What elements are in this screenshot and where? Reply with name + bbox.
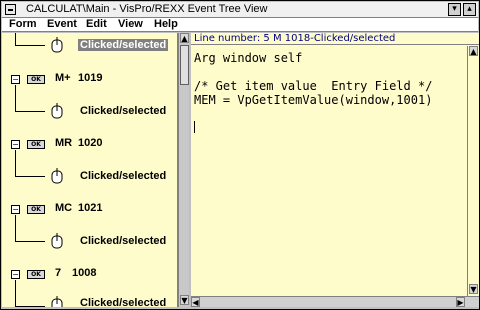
- tree-line: [15, 215, 16, 241]
- tree-line: [15, 176, 45, 177]
- tree-line: [15, 306, 45, 307]
- mouse-icon: [51, 233, 63, 249]
- tree-line: [15, 33, 16, 45]
- tree-event[interactable]: Clicked/selected: [80, 297, 166, 307]
- editor-vertical-scrollbar[interactable]: ▲ ▼: [467, 46, 478, 296]
- window-title: CALCULAT\Main - VisPro/REXX Event Tree V…: [26, 3, 268, 15]
- tree-line: [15, 45, 45, 46]
- mouse-icon: [51, 296, 63, 307]
- scroll-thumb[interactable]: [180, 45, 189, 85]
- pushbutton-icon: OK: [27, 270, 45, 279]
- pushbutton-icon: OK: [27, 75, 45, 84]
- collapse-toggle[interactable]: −: [11, 205, 20, 214]
- menu-bar: Form Event Edit View Help: [2, 18, 478, 32]
- tree-line: [15, 150, 16, 176]
- code-line: MEM = VpGetItemValue(window,1001): [194, 93, 433, 107]
- scroll-up-icon[interactable]: ▲: [180, 33, 189, 43]
- system-menu-icon[interactable]: [5, 4, 16, 15]
- code-editor-pane: Line number: 5 M 1018-Clicked/selected A…: [191, 33, 479, 307]
- pushbutton-icon: OK: [27, 140, 45, 149]
- maximize-button[interactable]: ▴: [463, 3, 476, 16]
- mouse-icon: [51, 37, 63, 53]
- tree-node-id: 1020: [78, 137, 103, 149]
- tree-node-name[interactable]: M+: [55, 72, 71, 84]
- collapse-toggle[interactable]: −: [11, 270, 20, 279]
- tree-line: [15, 111, 45, 112]
- pushbutton-icon: OK: [27, 205, 45, 214]
- code-line: /* Get item value Entry Field */: [194, 79, 433, 93]
- tree-line: [15, 280, 16, 306]
- tree-event[interactable]: Clicked/selected: [80, 170, 166, 182]
- code-line: Arg window self: [194, 51, 303, 65]
- event-tree-pane[interactable]: Clicked/selected − OK M+ 1019 Clicked/se…: [2, 33, 178, 307]
- scroll-up-icon[interactable]: ▲: [469, 46, 478, 56]
- code-line-cursor: [194, 107, 467, 121]
- editor-status-line: Line number: 5 M 1018-Clicked/selected: [191, 33, 479, 45]
- title-bar[interactable]: CALCULAT\Main - VisPro/REXX Event Tree V…: [2, 2, 478, 18]
- scroll-left-icon[interactable]: ◀: [191, 297, 200, 307]
- scroll-down-icon[interactable]: ▼: [469, 284, 478, 294]
- tree-line: [15, 241, 45, 242]
- tree-event[interactable]: Clicked/selected: [80, 105, 166, 117]
- mouse-icon: [51, 103, 63, 119]
- tree-node-id: 1021: [78, 202, 103, 214]
- collapse-toggle[interactable]: −: [11, 75, 20, 84]
- tree-node-name[interactable]: MR: [55, 137, 72, 149]
- menu-view[interactable]: View: [118, 18, 143, 30]
- tree-vertical-scrollbar[interactable]: ▲ ▼: [178, 33, 189, 307]
- menu-help[interactable]: Help: [154, 18, 178, 30]
- menu-form[interactable]: Form: [9, 18, 37, 30]
- editor-horizontal-scrollbar[interactable]: ◀ ▶: [191, 296, 479, 307]
- menu-edit[interactable]: Edit: [86, 18, 107, 30]
- scroll-down-icon[interactable]: ▼: [180, 295, 189, 305]
- mouse-icon: [51, 168, 63, 184]
- scroll-right-icon[interactable]: ▶: [456, 297, 465, 307]
- app-window: CALCULAT\Main - VisPro/REXX Event Tree V…: [0, 0, 480, 310]
- tree-node-name[interactable]: MC: [55, 202, 72, 214]
- code-editor[interactable]: Arg window self /* Get item value Entry …: [191, 46, 467, 296]
- tree-node-name[interactable]: 7: [55, 267, 61, 279]
- tree-node-id: 1008: [72, 267, 97, 279]
- menu-event[interactable]: Event: [47, 18, 77, 30]
- collapse-toggle[interactable]: −: [11, 140, 20, 149]
- tree-line: [15, 85, 16, 111]
- tree-event[interactable]: Clicked/selected: [80, 235, 166, 247]
- tree-node-id: 1019: [78, 72, 103, 84]
- minimize-button[interactable]: ▾: [448, 3, 461, 16]
- text-cursor: [194, 121, 195, 133]
- tree-event-selected[interactable]: Clicked/selected: [78, 39, 169, 51]
